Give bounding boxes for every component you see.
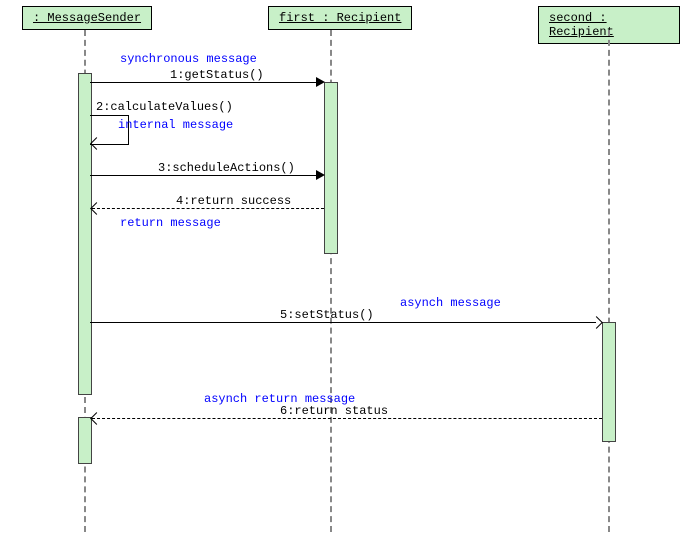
- arrowhead-m6: [90, 412, 103, 425]
- label-m1: 1:getStatus(): [170, 68, 264, 82]
- participant-sender-label: : MessageSender: [33, 11, 141, 25]
- arrowhead-m5: [590, 316, 603, 329]
- arrow-m3: [90, 175, 316, 176]
- note-return: return message: [120, 216, 221, 230]
- label-m5: 5:setStatus(): [280, 308, 374, 322]
- arrow-m5: [90, 322, 596, 323]
- note-sync: synchronous message: [120, 52, 257, 66]
- label-m3: 3:scheduleActions(): [158, 161, 295, 175]
- arrowhead-m1: [316, 77, 325, 87]
- arrowhead-m4: [90, 202, 103, 215]
- activation-first: [324, 82, 338, 254]
- note-internal: internal message: [118, 118, 233, 132]
- sequence-diagram: : MessageSender first : Recipient second…: [0, 0, 680, 536]
- participant-first-label: first : Recipient: [279, 11, 401, 25]
- activation-sender-2: [78, 417, 92, 464]
- participant-first: first : Recipient: [268, 6, 412, 30]
- arrow-m4: [92, 208, 324, 209]
- participant-second-label: second : Recipient: [549, 11, 614, 39]
- label-m6: 6:return status: [280, 404, 388, 418]
- label-m2: 2:calculateValues(): [96, 100, 233, 114]
- label-m4: 4:return success: [176, 194, 291, 208]
- arrowhead-m3: [316, 170, 325, 180]
- note-asynch: asynch message: [400, 296, 501, 310]
- arrow-m6: [92, 418, 602, 419]
- arrow-m1: [90, 82, 316, 83]
- lifeline-second: [608, 30, 610, 532]
- activation-second: [602, 322, 616, 442]
- participant-sender: : MessageSender: [22, 6, 152, 30]
